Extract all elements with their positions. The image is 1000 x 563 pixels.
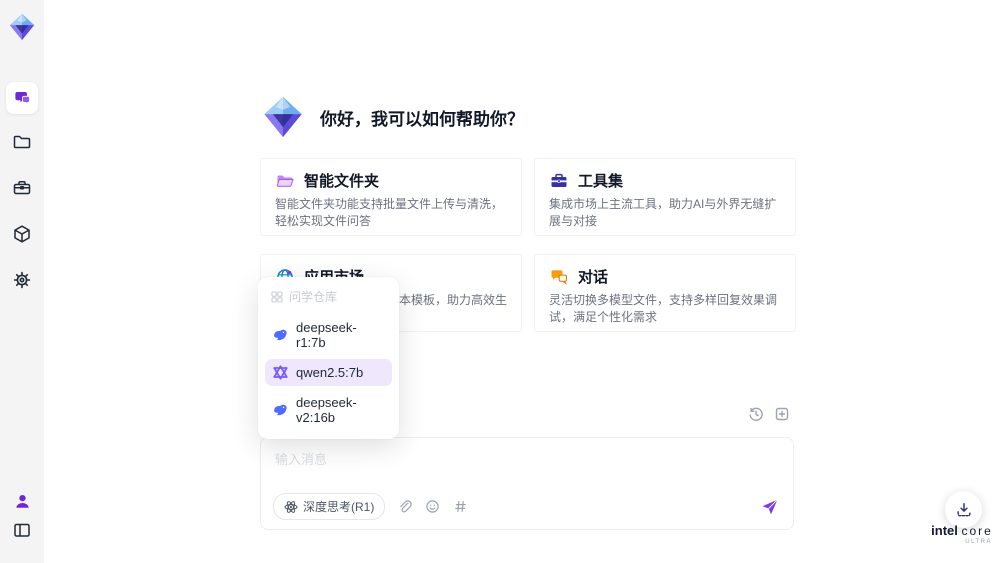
repo-icon xyxy=(271,290,283,303)
intel-core-logo: intel core ULTRA xyxy=(928,523,996,545)
model-option-label: deepseek-v2:16b xyxy=(296,395,357,425)
new-chat-icon[interactable] xyxy=(773,405,790,422)
download-icon xyxy=(955,501,973,519)
gear-icon xyxy=(12,270,32,290)
sidebar-item-models[interactable] xyxy=(11,223,33,245)
card-desc: 灵活切换多模型文件，支持多样回复效果调试，满足个性化需求 xyxy=(549,293,778,324)
dialog-icon xyxy=(549,267,569,287)
deep-think-label: 深度思考(R1) xyxy=(303,500,375,514)
model-option-deepseek-r1[interactable]: deepseek-r1:7b xyxy=(265,314,392,356)
card-title: 智能文件夹 xyxy=(304,173,380,190)
card-dialog[interactable]: 对话 灵活切换多模型文件，支持多样回复效果调试，满足个性化需求 xyxy=(534,254,796,332)
message-input[interactable] xyxy=(261,438,793,488)
emoji-icon[interactable] xyxy=(424,498,441,515)
deepseek-icon xyxy=(273,328,288,343)
chat-actions xyxy=(747,405,790,422)
sidebar-item-toolbox[interactable] xyxy=(11,177,33,199)
model-option-label: deepseek-r1:7b xyxy=(296,320,357,350)
model-option-deepseek-v2[interactable]: deepseek-v2:16b xyxy=(265,389,392,431)
sidebar-item-collapse[interactable] xyxy=(11,519,33,541)
chat-icon xyxy=(13,89,32,108)
intel-wordmark: intel xyxy=(931,523,958,538)
message-composer: 深度思考(R1) xyxy=(260,437,794,530)
sidebar-item-chat[interactable] xyxy=(6,82,38,114)
app-window: 你好，我可以如何帮助你？ 智能文件夹 智能文件夹功能支持批量文件上传与清洗，轻松… xyxy=(0,0,1000,563)
card-toolbox[interactable]: 工具集 集成市场上主流工具，助力AI与外界无缝扩展与对接 xyxy=(534,158,796,236)
send-icon[interactable] xyxy=(759,496,781,518)
app-logo xyxy=(7,12,37,42)
model-option-label: qwen2.5:7b xyxy=(296,365,364,380)
card-smart-folder[interactable]: 智能文件夹 智能文件夹功能支持批量文件上传与清洗，轻松实现文件问答 xyxy=(260,158,522,236)
model-dropdown-header-label: 问学仓库 xyxy=(289,290,338,304)
paperclip-icon[interactable] xyxy=(396,498,413,515)
ultra-wordmark: ULTRA xyxy=(965,539,992,545)
sidebar-item-folders[interactable] xyxy=(11,131,33,153)
card-desc: 集成市场上主流工具，助力AI与外界无缝扩展与对接 xyxy=(549,197,777,228)
deepthink-atom-icon xyxy=(284,500,298,514)
hash-icon[interactable] xyxy=(452,498,469,515)
model-option-qwen[interactable]: qwen2.5:7b xyxy=(265,359,392,386)
model-dropdown-header: 问学仓库 xyxy=(265,285,392,314)
briefcase-icon xyxy=(12,178,32,198)
app-logo-large xyxy=(260,94,306,140)
deep-think-button[interactable]: 深度思考(R1) xyxy=(273,493,386,520)
greeting: 你好，我可以如何帮助你？ xyxy=(260,94,524,140)
composer-toolbar: 深度思考(R1) xyxy=(273,493,781,520)
card-desc: 智能文件夹功能支持批量文件上传与清洗，轻松实现文件问答 xyxy=(275,197,504,228)
panel-toggle-icon xyxy=(12,520,32,540)
greeting-title: 你好，我可以如何帮助你？ xyxy=(320,109,524,129)
sidebar-item-account[interactable] xyxy=(11,490,33,512)
folder-icon xyxy=(12,132,32,152)
cube-icon xyxy=(12,224,32,244)
toolbox-icon xyxy=(549,171,569,191)
qwen-icon xyxy=(273,365,288,380)
card-title: 工具集 xyxy=(578,173,624,190)
model-dropdown: 问学仓库 deepseek-r1:7b qwen2.5:7b deepseek-… xyxy=(258,277,399,439)
core-wordmark: core xyxy=(961,524,993,538)
card-title: 对话 xyxy=(578,269,609,286)
deepseek-icon xyxy=(273,403,288,418)
user-icon xyxy=(13,492,32,511)
sidebar xyxy=(0,0,44,563)
smart-folder-icon xyxy=(275,171,295,191)
sidebar-item-settings[interactable] xyxy=(11,269,33,291)
history-icon[interactable] xyxy=(747,405,764,422)
